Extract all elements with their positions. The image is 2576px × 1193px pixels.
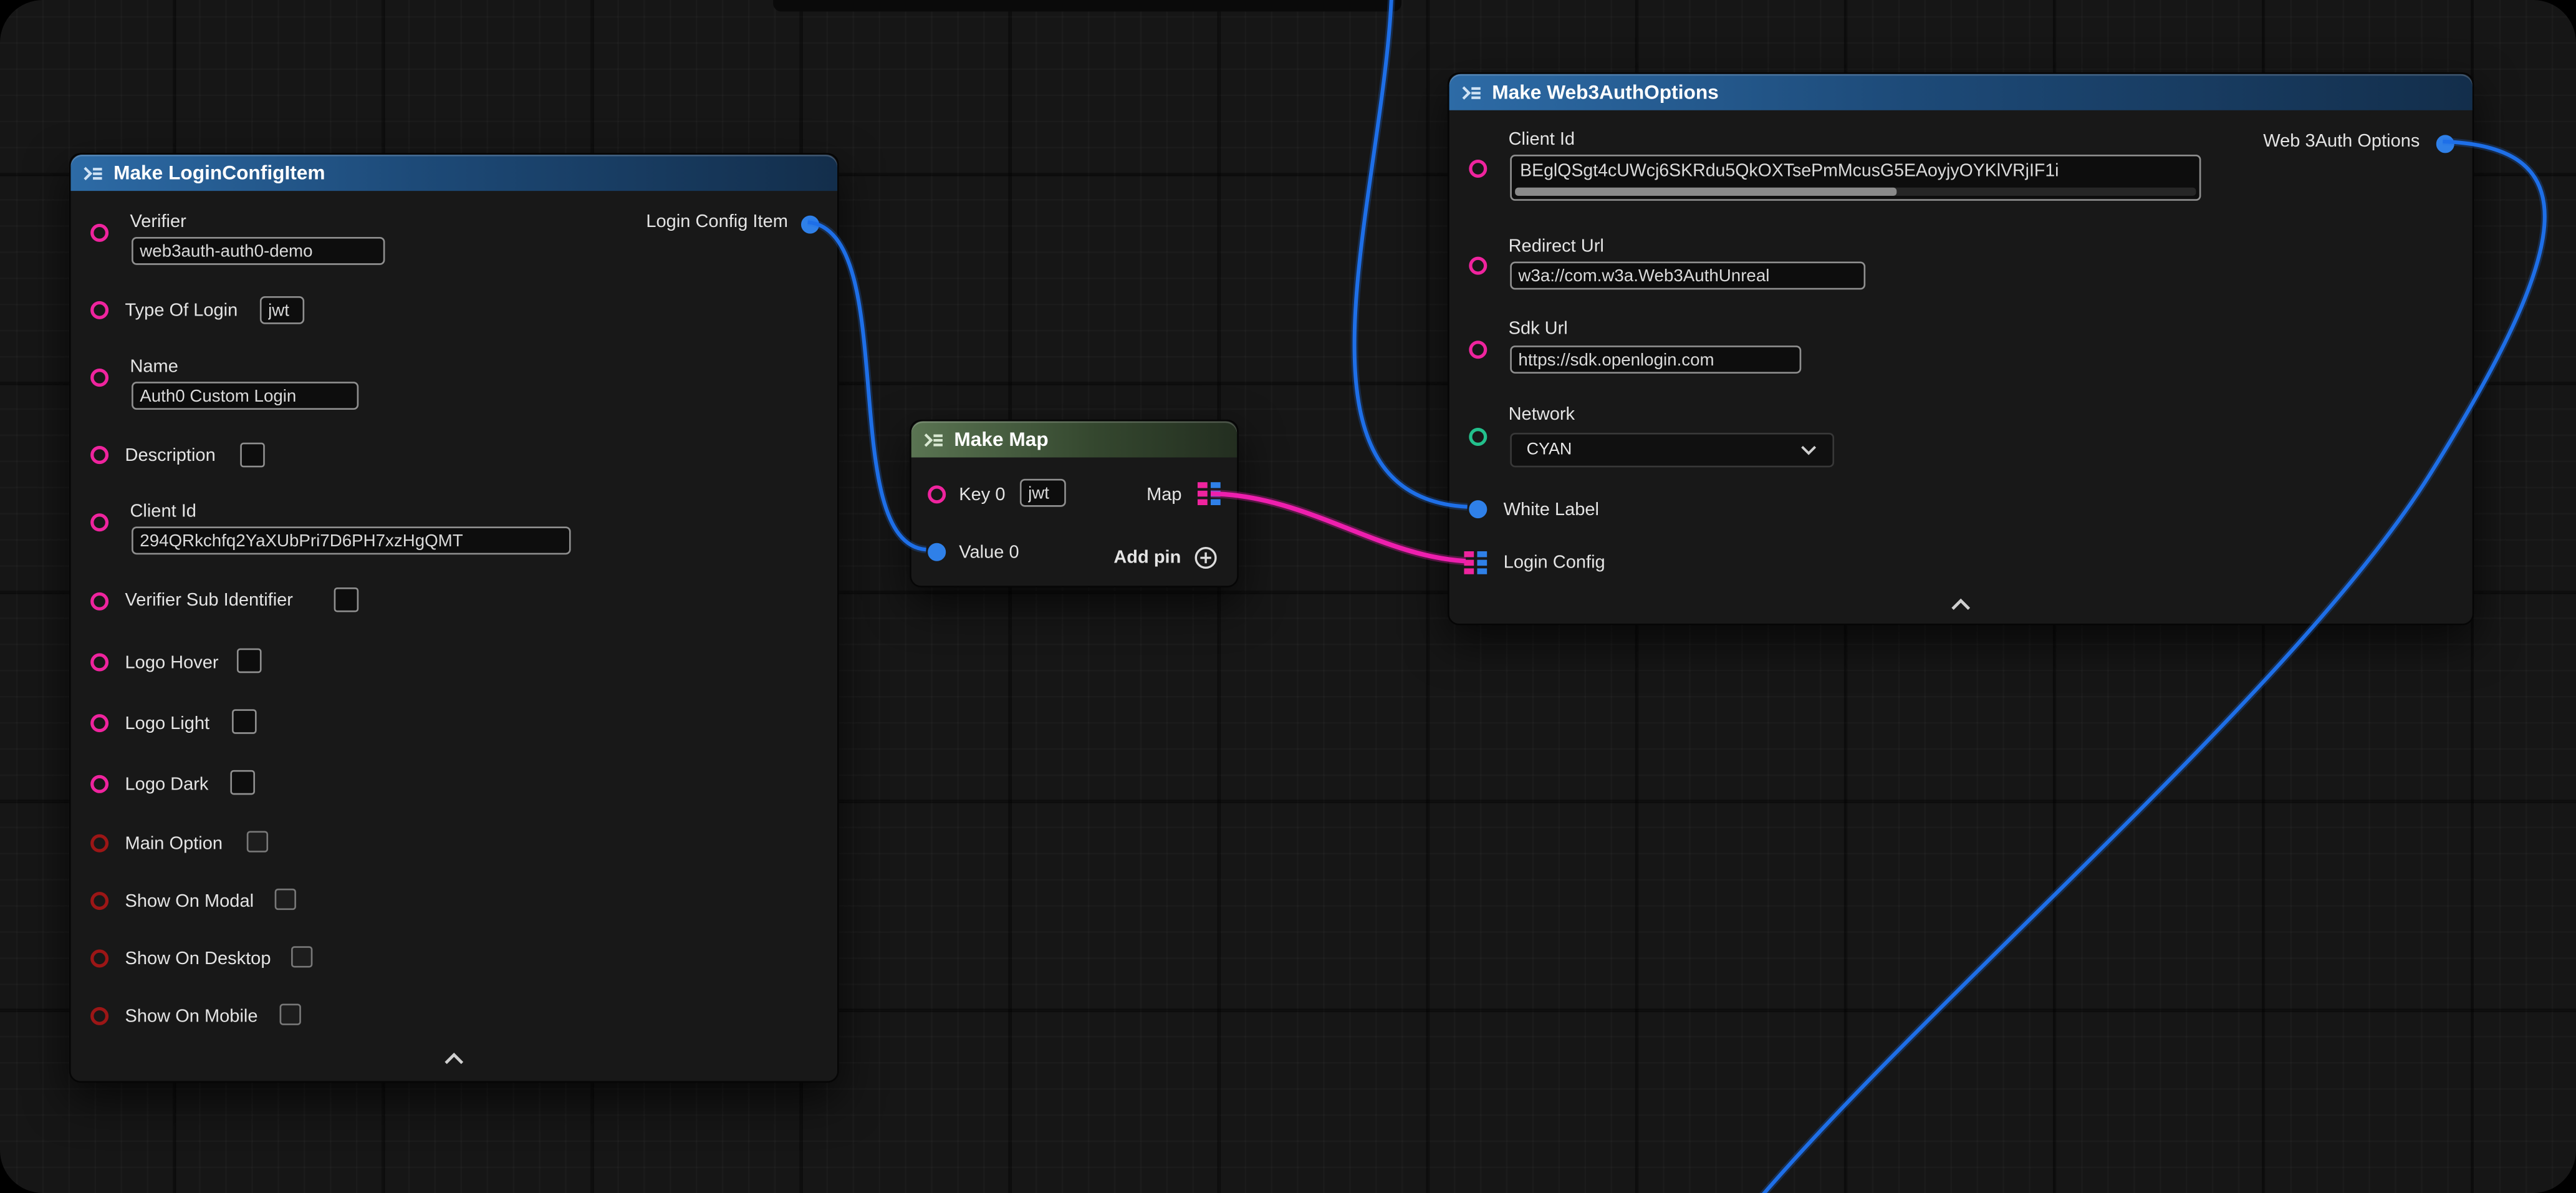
client-id-input[interactable] [132, 526, 571, 554]
login-config-pin[interactable] [1464, 551, 1487, 574]
description-label: Description [125, 444, 216, 467]
chevron-down-icon [1800, 444, 1818, 455]
show-on-mobile-label: Show On Mobile [125, 1005, 258, 1028]
show-on-modal-label: Show On Modal [125, 890, 254, 913]
name-label: Name [130, 355, 178, 379]
blueprint-graph: Make LoginConfigItem Login Config Item V… [0, 0, 2576, 1193]
logo-light-pin[interactable] [90, 714, 108, 732]
redirect-url-pin[interactable] [1469, 257, 1487, 275]
map-output-pin[interactable] [1198, 482, 1221, 505]
client-id-scrollbar-thumb[interactable] [1515, 188, 1896, 196]
white-label-pin[interactable] [1469, 500, 1487, 518]
collapse-chevron-icon[interactable] [1949, 597, 1973, 612]
client-id-scrollbar[interactable] [1515, 188, 2196, 196]
sdk-url-pin[interactable] [1469, 341, 1487, 359]
output-pin-label: Login Config Item [646, 211, 787, 234]
value-0-pin[interactable] [928, 543, 946, 561]
main-option-label: Main Option [125, 833, 223, 856]
offscreen-node-edge [773, 0, 1401, 11]
node-title: Make Web3AuthOptions [1492, 80, 1719, 104]
map-output-label: Map [1146, 484, 1181, 507]
show-on-modal-checkbox[interactable] [275, 889, 296, 910]
key-0-pin[interactable] [928, 485, 946, 503]
output-pin-label: Web 3Auth Options [2263, 130, 2420, 153]
node-make-web3auth-options[interactable]: Make Web3AuthOptions Web 3Auth Options C… [1448, 72, 2474, 625]
wire-glow [1211, 494, 1466, 561]
logo-hover-label: Logo Hover [125, 652, 219, 675]
redirect-url-input[interactable] [1510, 262, 1865, 290]
client-id-pin[interactable] [1469, 160, 1487, 178]
client-id-label: Client Id [130, 500, 196, 523]
wire-map-to-login-config[interactable] [1211, 494, 1466, 561]
logo-dark-input[interactable] [230, 770, 255, 795]
show-on-mobile-pin[interactable] [90, 1007, 108, 1025]
value-0-label: Value 0 [959, 541, 1019, 564]
name-input[interactable] [132, 382, 358, 410]
description-pin[interactable] [90, 446, 108, 464]
node-title: Make Map [954, 428, 1048, 451]
show-on-modal-pin[interactable] [90, 892, 108, 910]
node-header[interactable]: Make Web3AuthOptions [1449, 74, 2473, 110]
main-option-pin[interactable] [90, 834, 108, 852]
node-header[interactable]: Make Map [911, 421, 1237, 457]
show-on-mobile-checkbox[interactable] [280, 1004, 301, 1025]
logo-dark-label: Logo Dark [125, 773, 209, 796]
verifier-sub-identifier-input[interactable] [334, 587, 359, 612]
node-title: Make LoginConfigItem [113, 162, 325, 185]
logo-hover-pin[interactable] [90, 654, 108, 672]
logo-dark-pin[interactable] [90, 775, 108, 793]
node-header[interactable]: Make LoginConfigItem [70, 155, 837, 191]
show-on-desktop-checkbox[interactable] [291, 946, 312, 967]
client-id-value: BEglQSgt4cUWcj6SKRdu5QkOXTsePmMcusG5EAoy… [1512, 157, 2199, 181]
network-pin[interactable] [1469, 428, 1487, 446]
add-pin-icon[interactable] [1194, 546, 1218, 569]
logo-light-input[interactable] [232, 709, 257, 734]
graph-canvas[interactable]: Make LoginConfigItem Login Config Item V… [0, 0, 2576, 1193]
logo-light-label: Logo Light [125, 713, 210, 736]
login-config-label: Login Config [1504, 551, 1605, 574]
client-id-label: Client Id [1509, 128, 1575, 152]
type-of-login-label: Type Of Login [125, 299, 238, 322]
client-id-input[interactable]: BEglQSgt4cUWcj6SKRdu5QkOXTsePmMcusG5EAoy… [1510, 155, 2201, 201]
sdk-url-input[interactable] [1510, 345, 1801, 374]
key-0-input[interactable] [1020, 479, 1066, 507]
network-label: Network [1509, 403, 1575, 426]
verifier-input[interactable] [132, 237, 385, 265]
key-0-label: Key 0 [959, 484, 1005, 507]
add-pin-label[interactable]: Add pin [1113, 546, 1181, 569]
node-make-login-config-item[interactable]: Make LoginConfigItem Login Config Item V… [69, 153, 839, 1083]
type-of-login-input[interactable] [260, 296, 304, 324]
collapse-chevron-icon[interactable] [443, 1051, 466, 1066]
white-label-label: White Label [1504, 498, 1599, 521]
name-pin[interactable] [90, 369, 108, 387]
verifier-sub-identifier-label: Verifier Sub Identifier [125, 589, 293, 612]
verifier-sub-identifier-pin[interactable] [90, 592, 108, 611]
sdk-url-label: Sdk Url [1509, 317, 1568, 341]
verifier-label: Verifier [130, 211, 186, 234]
description-input[interactable] [240, 443, 265, 468]
node-make-map[interactable]: Make Map Key 0 Map Value 0 Add pin [910, 420, 1239, 587]
verifier-pin[interactable] [90, 224, 108, 242]
network-dropdown[interactable]: CYAN [1510, 433, 1834, 467]
client-id-pin[interactable] [90, 513, 108, 531]
show-on-desktop-pin[interactable] [90, 949, 108, 967]
network-selected-value: CYAN [1527, 441, 1572, 459]
main-option-checkbox[interactable] [247, 831, 268, 852]
type-of-login-pin[interactable] [90, 301, 108, 319]
show-on-desktop-label: Show On Desktop [125, 948, 271, 971]
redirect-url-label: Redirect Url [1509, 235, 1604, 258]
make-map-icon [923, 428, 944, 450]
logo-hover-input[interactable] [237, 649, 262, 674]
make-struct-icon [1461, 82, 1482, 103]
login-config-item-output-pin[interactable] [801, 216, 819, 234]
make-struct-icon [82, 162, 103, 183]
web3auth-options-output-pin[interactable] [2436, 135, 2454, 153]
